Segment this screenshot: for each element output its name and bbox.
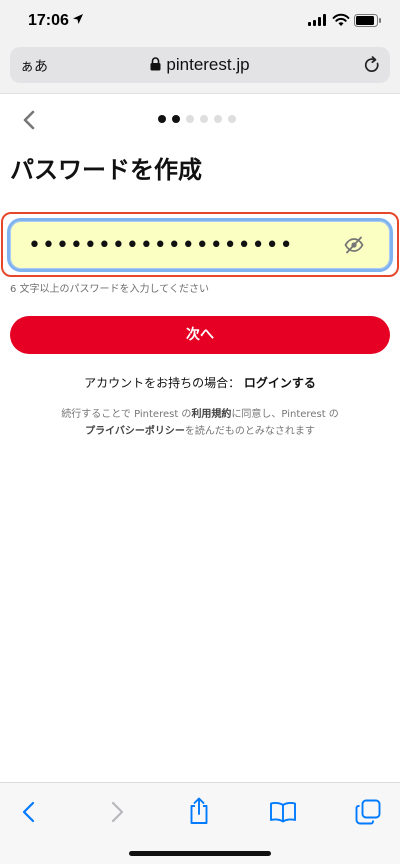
step-dot (158, 115, 166, 123)
back-chevron-icon[interactable] (18, 108, 42, 132)
location-arrow-icon (73, 14, 83, 24)
login-prompt-line: アカウントをお持ちの場合： ログインする (0, 374, 400, 391)
browser-address-area: ぁあ pinterest.jp (0, 44, 400, 94)
terms-text-1: 続行することで Pinterest の (61, 409, 192, 420)
step-dot (214, 115, 222, 123)
login-link[interactable]: ログインする (244, 376, 316, 390)
wifi-icon (332, 13, 350, 26)
status-bar: 17:06 (0, 0, 400, 44)
browser-forward-icon[interactable] (106, 800, 126, 824)
step-dot (200, 115, 208, 123)
password-hint: 6 文字以上のパスワードを入力してください (10, 284, 209, 295)
terms-notice: 続行することで Pinterest の利用規約に同意し、Pinterest の … (0, 406, 400, 440)
step-dot (186, 115, 194, 123)
lock-icon (150, 57, 161, 71)
next-button[interactable]: 次へ (10, 316, 390, 354)
browser-back-icon[interactable] (20, 800, 40, 824)
home-indicator (129, 851, 271, 856)
password-input[interactable]: ••••••••••••••••••• (7, 218, 393, 272)
step-dot (228, 115, 236, 123)
url-text: pinterest.jp (166, 55, 250, 74)
reload-icon[interactable] (362, 55, 382, 75)
terms-text-2: に同意し、Pinterest の (231, 409, 339, 420)
terms-text-3: を読んだものとみなされます (184, 426, 315, 437)
battery-icon (354, 14, 381, 27)
tabs-icon[interactable] (355, 799, 381, 825)
address-bar[interactable]: ぁあ pinterest.jp (10, 47, 390, 83)
terms-of-service-link[interactable]: 利用規約 (191, 409, 231, 420)
share-icon[interactable] (187, 797, 211, 825)
login-prompt-text: アカウントをお持ちの場合： (84, 376, 241, 390)
cellular-signal-icon (308, 14, 326, 26)
page-title: パスワードを作成 (10, 156, 202, 184)
step-progress-dots (158, 115, 236, 123)
status-time: 17:06 (28, 12, 69, 29)
bookmarks-book-icon[interactable] (269, 801, 297, 823)
step-dot (172, 115, 180, 123)
url-display[interactable]: pinterest.jp (10, 55, 390, 75)
hide-password-eye-icon[interactable] (344, 236, 364, 254)
password-value: ••••••••••••••••••• (28, 233, 294, 258)
privacy-policy-link[interactable]: プライバシーポリシー (85, 426, 185, 437)
